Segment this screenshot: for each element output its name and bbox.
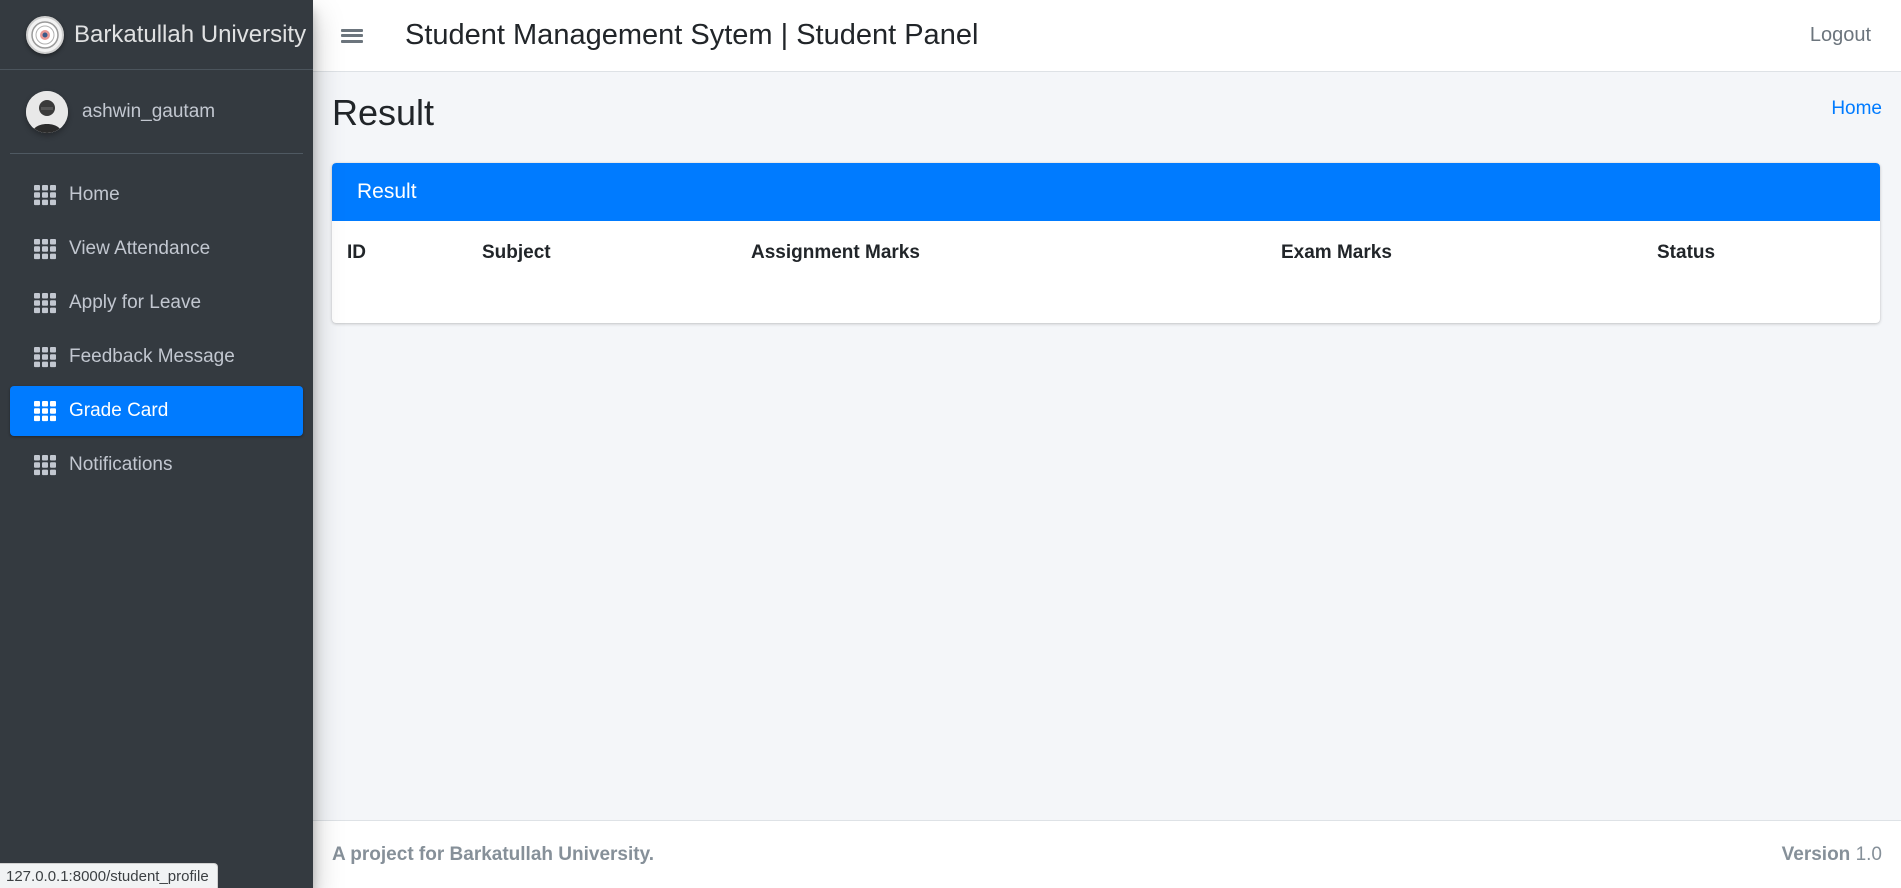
sidebar-item-label: View Attendance [69,238,211,259]
main-content: Result Home Result ID Subject Assignment… [313,72,1901,820]
brand-name: Barkatullah University [74,20,307,48]
logout-link[interactable]: Logout [1810,24,1871,47]
sidebar-item-home[interactable]: Home [10,170,303,220]
sidebar-item-apply-for-leave[interactable]: Apply for Leave [10,278,303,328]
card-header: Result [332,163,1880,221]
column-header-status: Status [1657,242,1716,263]
column-header-assignment-marks: Assignment Marks [751,242,920,263]
card-title: Result [357,180,417,203]
sidebar-item-label: Home [69,184,120,205]
version-value: 1.0 [1855,843,1882,865]
column-header-subject: Subject [482,242,551,263]
sidebar-item-notifications[interactable]: Notifications [10,440,303,490]
sidebar-nav: Home View Attendance Apply for Leave Fee… [0,170,313,490]
status-bar-url: 127.0.0.1:8000/student_profile [0,863,218,888]
user-name[interactable]: ashwin_gautam [82,101,215,123]
app-title: Student Management Sytem | Student Panel [405,19,979,51]
page-title: Result [332,92,435,133]
column-header-id: ID [347,242,366,263]
result-table-header: ID Subject Assignment Marks Exam Marks S… [332,221,1880,283]
sidebar: Barkatullah University ashwin_gautam Hom… [0,0,313,888]
column-header-exam-marks: Exam Marks [1281,242,1392,263]
sidebar-item-label: Grade Card [69,400,169,421]
sidebar-item-label: Feedback Message [69,346,235,367]
brand-link[interactable]: Barkatullah University [0,0,313,70]
sidebar-item-feedback-message[interactable]: Feedback Message [10,332,303,382]
th-grid-icon [34,238,56,260]
sidebar-item-view-attendance[interactable]: View Attendance [10,224,303,274]
th-grid-icon [34,184,56,206]
breadcrumb-home-link[interactable]: Home [1831,98,1882,120]
top-navbar: Student Management Sytem | Student Panel… [313,0,1901,72]
th-grid-icon [34,400,56,422]
sidebar-item-label: Apply for Leave [69,292,202,313]
sidebar-item-label: Notifications [69,454,173,475]
footer-version: Version 1.0 [1782,844,1882,866]
university-logo [26,15,64,54]
user-panel[interactable]: ashwin_gautam [10,70,303,154]
th-grid-icon [34,454,56,476]
th-grid-icon [34,346,56,368]
footer: A project for Barkatullah University. Ve… [313,820,1901,888]
th-grid-icon [34,292,56,314]
version-label: Version [1781,843,1851,865]
avatar [26,90,68,133]
sidebar-item-grade-card[interactable]: Grade Card [10,386,303,436]
result-card: Result ID Subject Assignment Marks Exam … [332,163,1880,323]
footer-credit: A project for Barkatullah University. [332,843,655,865]
hamburger-menu-icon[interactable] [341,27,363,45]
